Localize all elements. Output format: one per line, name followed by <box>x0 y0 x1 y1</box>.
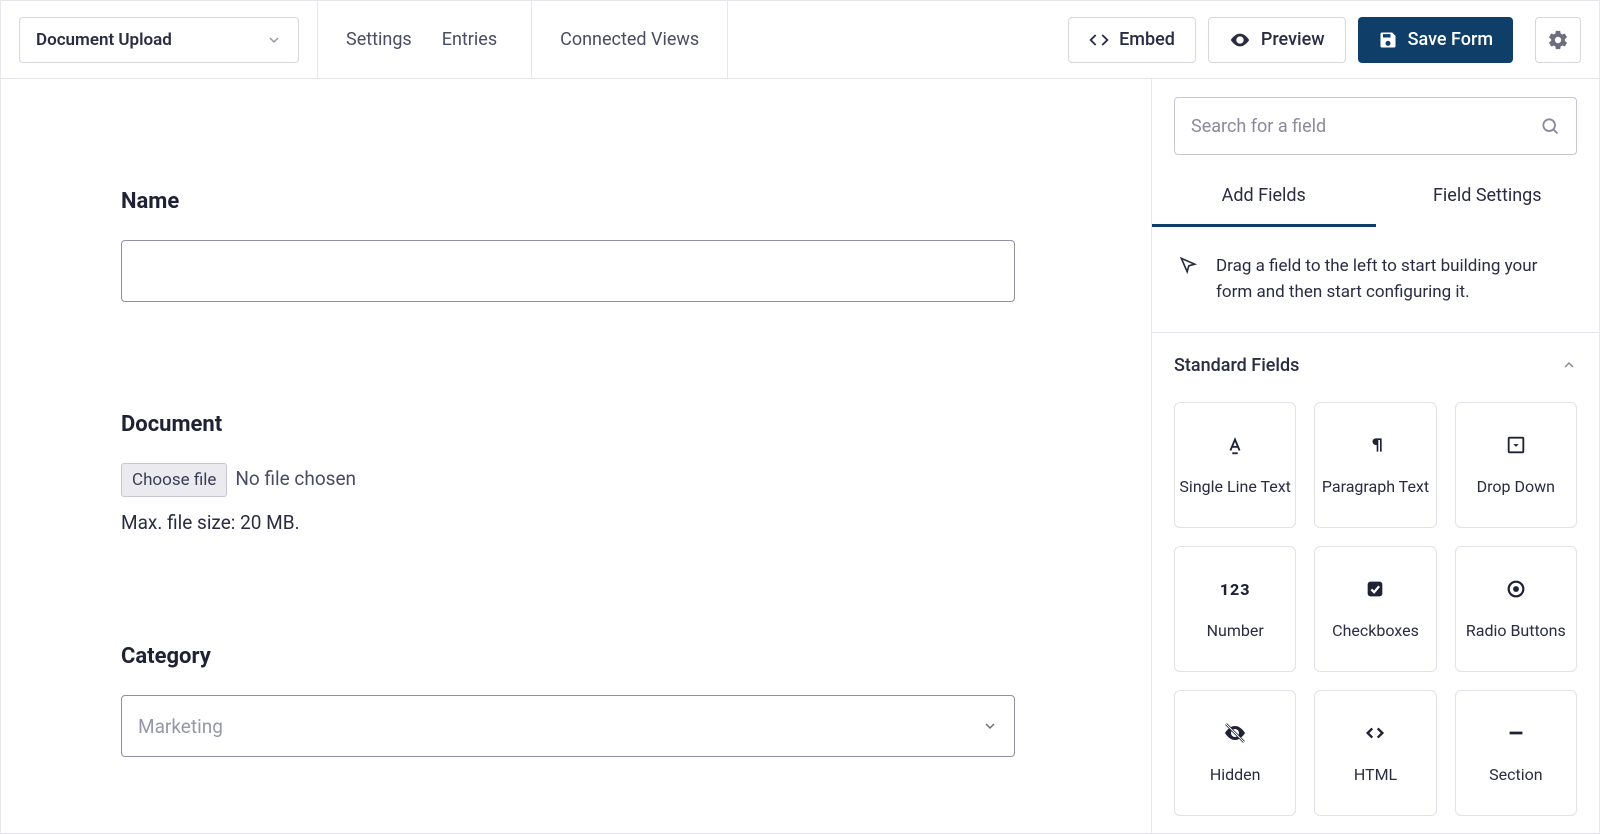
form-canvas: Name Document Choose file No file chosen… <box>1 79 1151 833</box>
form-selector-label: Document Upload <box>36 30 172 50</box>
field-document: Document Choose file No file chosen Max.… <box>121 412 1015 534</box>
field-paragraph-text[interactable]: Paragraph Text <box>1314 402 1436 528</box>
max-size-text: Max. file size: 20 MB. <box>121 511 1015 534</box>
field-category: Category Marketing <box>121 644 1015 757</box>
card-label: Number <box>1207 621 1264 640</box>
divider <box>317 1 318 79</box>
gear-icon <box>1547 29 1569 51</box>
hidden-icon <box>1223 721 1247 745</box>
divider <box>727 1 728 79</box>
text-icon <box>1224 433 1246 457</box>
no-file-text: No file chosen <box>235 467 356 490</box>
category-label: Category <box>121 644 1015 669</box>
name-label: Name <box>121 189 1015 214</box>
save-icon <box>1378 30 1398 50</box>
form-selector-dropdown[interactable]: Document Upload <box>19 17 299 63</box>
nav-connected-views[interactable]: Connected Views <box>560 29 699 50</box>
field-section[interactable]: Section <box>1455 690 1577 816</box>
number-icon: 123 <box>1220 577 1251 601</box>
field-hidden[interactable]: Hidden <box>1174 690 1296 816</box>
dropdown-icon <box>1505 433 1527 457</box>
field-radio-buttons[interactable]: Radio Buttons <box>1455 546 1577 672</box>
sidebar-tabs: Add Fields Field Settings <box>1152 185 1599 227</box>
topbar: Document Upload Settings Entries Connect… <box>1 1 1599 79</box>
field-drop-down[interactable]: Drop Down <box>1455 402 1577 528</box>
document-label: Document <box>121 412 1015 437</box>
card-label: Hidden <box>1210 765 1261 784</box>
html-icon <box>1364 721 1386 745</box>
choose-file-button[interactable]: Choose file <box>121 463 227 497</box>
field-search[interactable] <box>1174 97 1577 155</box>
field-name: Name <box>121 189 1015 302</box>
nav-settings[interactable]: Settings <box>346 29 412 50</box>
section-title: Standard Fields <box>1174 355 1299 376</box>
tab-field-settings[interactable]: Field Settings <box>1376 185 1600 227</box>
name-input[interactable] <box>121 240 1015 302</box>
card-label: HTML <box>1354 765 1397 784</box>
hint: Drag a field to the left to start buildi… <box>1152 227 1599 333</box>
card-label: Single Line Text <box>1179 477 1290 496</box>
section-icon <box>1505 721 1527 745</box>
embed-label: Embed <box>1119 29 1175 50</box>
field-html[interactable]: HTML <box>1314 690 1436 816</box>
category-placeholder: Marketing <box>138 715 223 738</box>
field-checkboxes[interactable]: Checkboxes <box>1314 546 1436 672</box>
checkbox-icon <box>1364 577 1386 601</box>
sidebar: Add Fields Field Settings Drag a field t… <box>1151 79 1599 833</box>
radio-icon <box>1505 577 1527 601</box>
paragraph-icon <box>1365 433 1385 457</box>
embed-button[interactable]: Embed <box>1068 17 1196 63</box>
chevron-up-icon <box>1561 357 1577 373</box>
preview-label: Preview <box>1261 29 1325 50</box>
chevron-down-icon <box>266 32 282 48</box>
standard-fields-header[interactable]: Standard Fields <box>1152 333 1599 376</box>
preview-button[interactable]: Preview <box>1208 17 1346 63</box>
save-label: Save Form <box>1408 29 1493 50</box>
eye-icon <box>1229 29 1251 51</box>
card-label: Paragraph Text <box>1322 477 1429 496</box>
code-icon <box>1089 30 1109 50</box>
card-label: Section <box>1489 765 1542 784</box>
hint-text: Drag a field to the left to start buildi… <box>1216 253 1573 306</box>
card-label: Drop Down <box>1477 477 1555 496</box>
field-grid: Single Line Text Paragraph Text Drop Dow… <box>1152 376 1599 816</box>
search-input[interactable] <box>1191 116 1540 137</box>
save-form-button[interactable]: Save Form <box>1358 17 1513 63</box>
category-select[interactable]: Marketing <box>121 695 1015 757</box>
card-label: Radio Buttons <box>1466 621 1566 640</box>
field-single-line-text[interactable]: Single Line Text <box>1174 402 1296 528</box>
divider <box>531 1 532 79</box>
settings-gear-button[interactable] <box>1535 17 1581 63</box>
top-nav: Settings Entries <box>346 29 497 50</box>
tab-add-fields[interactable]: Add Fields <box>1152 185 1376 227</box>
field-number[interactable]: 123 Number <box>1174 546 1296 672</box>
nav-entries[interactable]: Entries <box>442 29 497 50</box>
chevron-down-icon <box>982 718 998 734</box>
card-label: Checkboxes <box>1332 621 1419 640</box>
search-icon <box>1540 116 1560 136</box>
cursor-icon <box>1178 255 1198 306</box>
